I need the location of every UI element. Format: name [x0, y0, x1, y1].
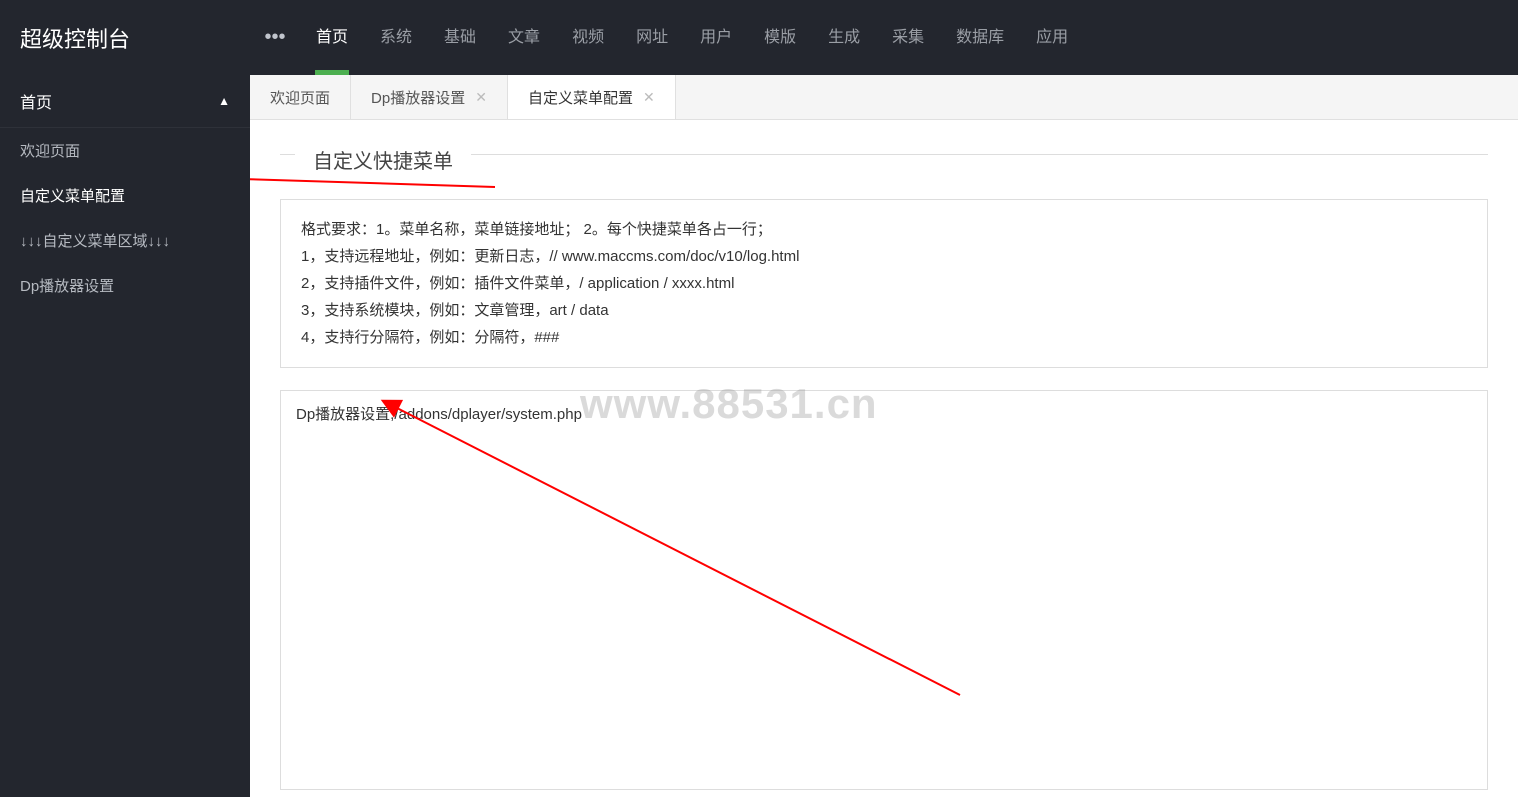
logo: 超级控制台	[0, 22, 250, 54]
content-area: 欢迎页面 Dp播放器设置 ✕ 自定义菜单配置 ✕ 自定义快捷菜单 格式要求：1。菜单名称…	[250, 75, 1518, 797]
nav-item-3[interactable]: 文章	[492, 0, 556, 75]
info-box: 格式要求：1。菜单名称，菜单链接地址； 2。每个快捷菜单各占一行；1，支持远程地…	[280, 199, 1488, 368]
tab-1[interactable]: Dp播放器设置 ✕	[351, 75, 508, 119]
tab-2[interactable]: 自定义菜单配置 ✕	[508, 75, 676, 119]
close-icon[interactable]: ✕	[475, 89, 487, 106]
chevron-up-icon: ▲	[218, 94, 230, 108]
sidebar-item-0[interactable]: 欢迎页面	[0, 128, 250, 173]
section-title: 自定义快捷菜单	[295, 145, 471, 174]
nav-item-0[interactable]: 首页	[300, 0, 364, 75]
sidebar-item-3[interactable]: Dp播放器设置	[0, 263, 250, 308]
sidebar-item-2[interactable]: ↓↓↓自定义菜单区域↓↓↓	[0, 218, 250, 263]
nav-item-9[interactable]: 采集	[876, 0, 940, 75]
nav-item-2[interactable]: 基础	[428, 0, 492, 75]
nav-ellipsis-icon[interactable]: •••	[250, 26, 300, 49]
nav-item-11[interactable]: 应用	[1020, 0, 1084, 75]
info-line: 3，支持系统模块，例如：文章管理，art / data	[301, 297, 1467, 324]
page-content: 自定义快捷菜单 格式要求：1。菜单名称，菜单链接地址； 2。每个快捷菜单各占一行…	[250, 120, 1518, 797]
nav-item-10[interactable]: 数据库	[940, 0, 1020, 75]
nav-item-1[interactable]: 系统	[364, 0, 428, 75]
nav-item-8[interactable]: 生成	[812, 0, 876, 75]
tabs: 欢迎页面 Dp播放器设置 ✕ 自定义菜单配置 ✕	[250, 75, 1518, 120]
close-icon[interactable]: ✕	[643, 89, 655, 106]
tab-0[interactable]: 欢迎页面	[250, 75, 351, 119]
sidebar-header-label: 首页	[20, 89, 52, 113]
nav-item-6[interactable]: 用户	[684, 0, 748, 75]
nav-item-5[interactable]: 网址	[620, 0, 684, 75]
sidebar-item-1[interactable]: 自定义菜单配置	[0, 173, 250, 218]
tab-label: 自定义菜单配置	[528, 87, 633, 108]
nav-item-7[interactable]: 模版	[748, 0, 812, 75]
sidebar: 首页 ▲ 欢迎页面自定义菜单配置↓↓↓自定义菜单区域↓↓↓Dp播放器设置	[0, 75, 250, 797]
info-line: 2，支持插件文件，例如：插件文件菜单，/ application / xxxx.…	[301, 270, 1467, 297]
tab-label: 欢迎页面	[270, 87, 330, 108]
top-nav: 超级控制台 ••• 首页系统基础文章视频网址用户模版生成采集数据库应用	[0, 0, 1518, 75]
nav-items: 首页系统基础文章视频网址用户模版生成采集数据库应用	[300, 0, 1084, 75]
sidebar-header[interactable]: 首页 ▲	[0, 75, 250, 128]
info-line: 格式要求：1。菜单名称，菜单链接地址； 2。每个快捷菜单各占一行；	[301, 216, 1467, 243]
config-textarea[interactable]	[280, 390, 1488, 790]
info-line: 1，支持远程地址，例如：更新日志，// www.maccms.com/doc/v…	[301, 243, 1467, 270]
info-line: 4，支持行分隔符，例如：分隔符，###	[301, 324, 1467, 351]
tab-label: Dp播放器设置	[371, 87, 465, 108]
nav-item-4[interactable]: 视频	[556, 0, 620, 75]
